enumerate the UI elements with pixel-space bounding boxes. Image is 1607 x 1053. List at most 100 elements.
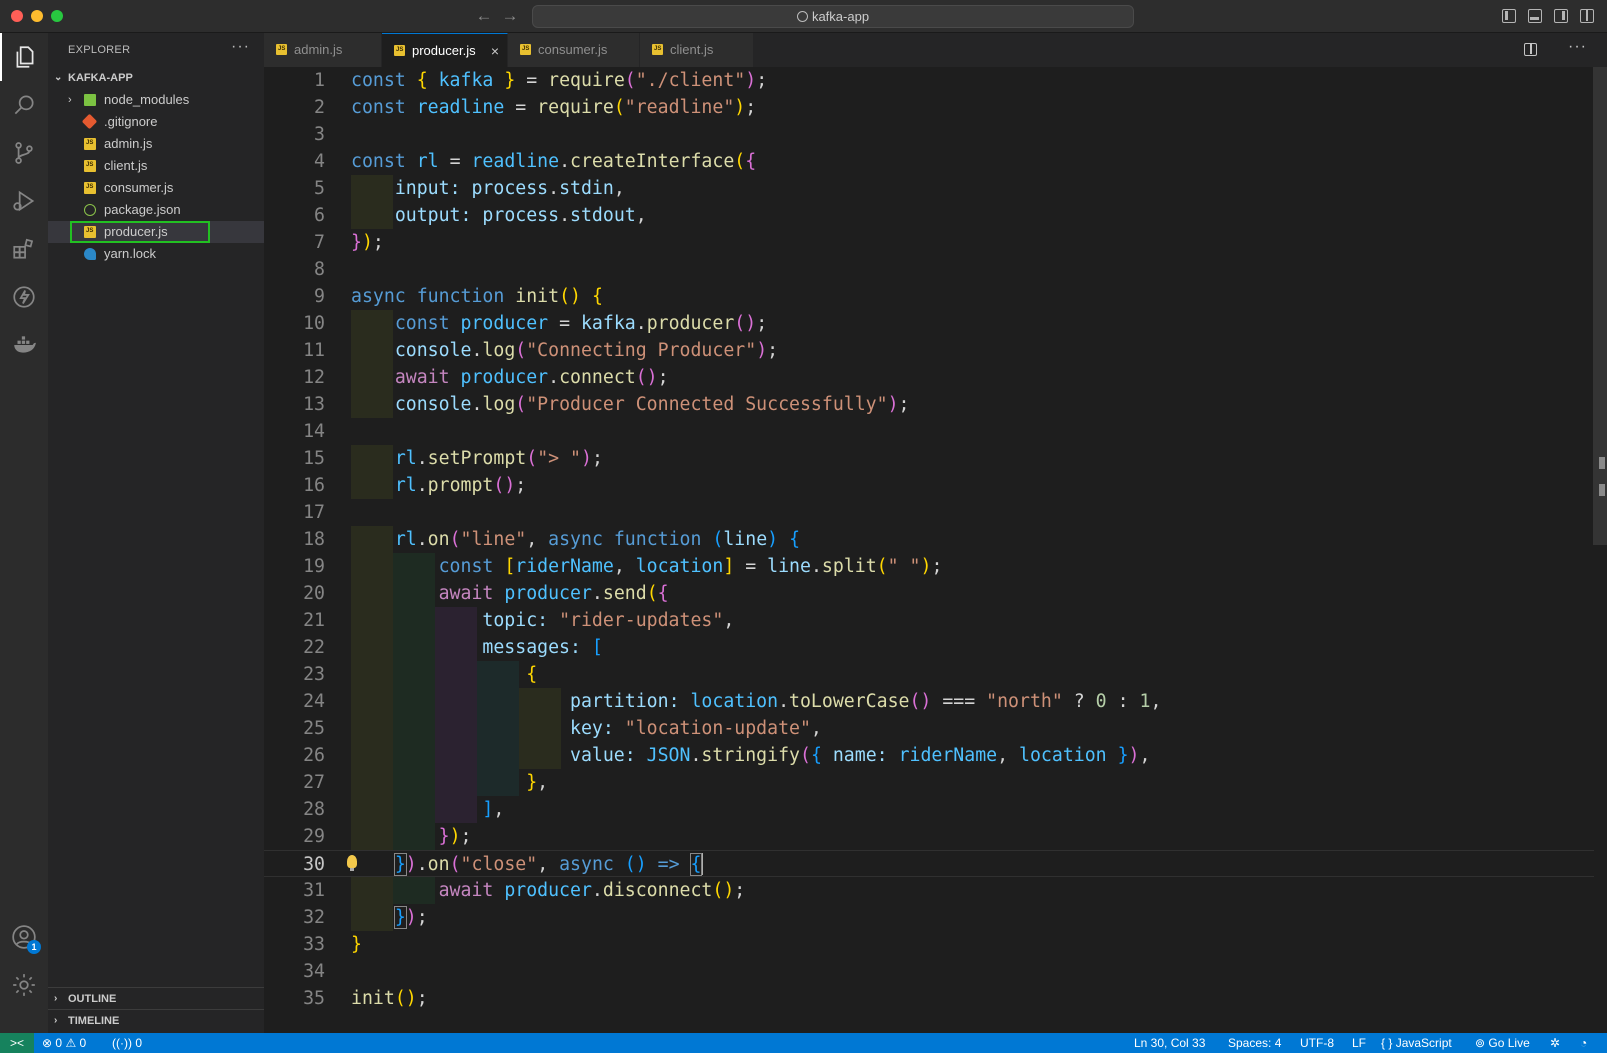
code-line: 17	[303, 502, 325, 523]
folder-icon	[84, 94, 96, 106]
code-line-current: 30 }).on("close", async () => {	[264, 850, 1594, 877]
code-line: 22 messages: [	[264, 634, 1594, 661]
tab-admin-js[interactable]: admin.js	[264, 33, 382, 67]
code-editor[interactable]: 1 const { kafka } = require("./client"); …	[264, 67, 1607, 1033]
js-file-icon	[84, 138, 96, 150]
maximize-window-button[interactable]	[51, 10, 63, 22]
search-icon[interactable]	[0, 81, 48, 129]
ports-indicator[interactable]: ((·)) 0	[112, 1033, 142, 1053]
workspace-root-folder[interactable]: ⌄ KAFKA-APP	[48, 67, 264, 89]
account-icon[interactable]: 1	[0, 913, 48, 961]
settings-gear-icon[interactable]	[0, 961, 48, 1009]
search-icon	[796, 11, 808, 22]
broadcast-icon: ⊚	[1475, 1036, 1486, 1050]
code-line: 14	[303, 421, 325, 442]
code-line: 26 value: JSON.stringify({ name: riderNa…	[264, 742, 1594, 769]
more-actions-icon[interactable]: ···	[1568, 38, 1587, 56]
outline-panel-header[interactable]: › OUTLINE	[48, 987, 264, 1009]
end-of-line[interactable]: LF	[1352, 1033, 1366, 1053]
problems-indicator[interactable]: ⊗ 0 ⚠ 0	[42, 1033, 86, 1053]
split-editor-icon[interactable]	[1524, 43, 1537, 56]
tab-consumer-js[interactable]: consumer.js	[508, 33, 640, 67]
tree-item-client-js[interactable]: client.js	[48, 155, 264, 177]
window-title: kafka-app	[811, 9, 870, 24]
tree-item-package-json[interactable]: package.json	[48, 199, 264, 221]
code-line: 7});	[314, 232, 384, 253]
indentation-spaces[interactable]: Spaces: 4	[1228, 1033, 1281, 1053]
js-file-icon	[84, 226, 96, 238]
tree-item-gitignore[interactable]: .gitignore	[48, 111, 264, 133]
toggle-secondary-sidebar-icon[interactable]	[1554, 9, 1568, 23]
code-line: 15 rl.setPrompt("> ");	[264, 445, 1594, 472]
thunder-client-icon[interactable]	[0, 273, 48, 321]
customize-layout-icon[interactable]	[1580, 9, 1594, 23]
copilot-icon[interactable]: ✲	[1550, 1033, 1560, 1053]
forward-arrow-icon[interactable]: →	[500, 6, 520, 26]
json-file-icon	[84, 204, 96, 216]
tree-item-admin-js[interactable]: admin.js	[48, 133, 264, 155]
more-actions-icon[interactable]: ···	[231, 38, 250, 56]
close-tab-icon[interactable]: ×	[491, 34, 499, 68]
file-encoding[interactable]: UTF-8	[1300, 1033, 1334, 1053]
chevron-right-icon: ›	[54, 1015, 58, 1026]
timeline-panel-header[interactable]: › TIMELINE	[48, 1009, 264, 1031]
code-line: 5 input: process.stdin,	[264, 175, 1594, 202]
code-line: 31 await producer.disconnect();	[264, 877, 1594, 904]
tab-producer-js[interactable]: producer.js ×	[382, 33, 508, 67]
editor-tab-bar: admin.js producer.js × consumer.js clien…	[264, 33, 1607, 67]
code-line: 13 console.log("Producer Connected Succe…	[264, 391, 1594, 418]
code-line: 19 const [riderName, location] = line.sp…	[264, 553, 1594, 580]
workspace-root-label: KAFKA-APP	[68, 72, 133, 84]
code-line: 33}	[303, 934, 362, 955]
js-file-icon	[276, 44, 287, 55]
code-line: 28 ],	[264, 796, 1594, 823]
code-line: 10 const producer = kafka.producer();	[264, 310, 1594, 337]
minimize-window-button[interactable]	[31, 10, 43, 22]
code-line: 1 const { kafka } = require("./client");	[314, 70, 768, 91]
toggle-primary-sidebar-icon[interactable]	[1502, 9, 1516, 23]
run-debug-icon[interactable]	[0, 177, 48, 225]
code-line: 11 console.log("Connecting Producer");	[264, 337, 1594, 364]
tree-item-yarn-lock[interactable]: yarn.lock	[48, 243, 264, 265]
toggle-panel-icon[interactable]	[1528, 9, 1542, 23]
close-window-button[interactable]	[11, 10, 23, 22]
tab-client-js[interactable]: client.js	[640, 33, 754, 67]
code-line: 35 init();	[303, 988, 428, 1009]
language-mode[interactable]: { } JavaScript	[1381, 1033, 1452, 1053]
text-cursor	[701, 853, 704, 875]
chevron-right-icon: ›	[54, 993, 58, 1004]
code-line: 23 {	[264, 661, 1594, 688]
extensions-icon[interactable]	[0, 225, 48, 273]
code-line: 9 async function init() {	[314, 286, 603, 307]
status-bar: >< ⊗ 0 ⚠ 0 ((·)) 0 Ln 30, Col 33 Spaces:…	[0, 1033, 1607, 1053]
activity-bar: 1	[0, 33, 48, 1033]
js-file-icon	[394, 45, 405, 56]
code-line: 32 });	[264, 904, 1594, 931]
tree-item-consumer-js[interactable]: consumer.js	[48, 177, 264, 199]
remote-indicator-icon[interactable]: ><	[0, 1033, 34, 1053]
explorer-header: EXPLORER	[68, 44, 131, 56]
docker-icon[interactable]	[0, 321, 48, 369]
back-arrow-icon[interactable]: ←	[474, 6, 494, 26]
cursor-position[interactable]: Ln 30, Col 33	[1134, 1033, 1205, 1053]
warning-icon: ⚠	[65, 1036, 77, 1050]
tree-item-producer-js[interactable]: producer.js	[48, 221, 264, 243]
source-control-icon[interactable]	[0, 129, 48, 177]
scrollbar-thumb[interactable]	[1593, 67, 1607, 545]
code-line: 29 });	[264, 823, 1594, 850]
code-line: 27 },	[264, 769, 1594, 796]
tree-item-node-modules[interactable]: › node_modules	[48, 89, 264, 111]
account-badge: 1	[27, 940, 41, 954]
braces-icon: { }	[1381, 1036, 1393, 1050]
code-line: 6 output: process.stdout,	[264, 202, 1594, 229]
git-file-icon	[81, 113, 98, 130]
js-file-icon	[652, 44, 663, 55]
error-icon: ⊗	[42, 1036, 53, 1050]
editor-scrollbar[interactable]	[1593, 67, 1607, 1033]
js-file-icon	[520, 44, 531, 55]
go-live-button[interactable]: ⊚ Go Live	[1475, 1033, 1530, 1053]
command-center-search[interactable]: kafka-app	[532, 5, 1134, 28]
explorer-files-icon[interactable]	[0, 33, 48, 81]
code-line: 18 rl.on("line", async function (line) {	[264, 526, 1594, 553]
notifications-bell-icon[interactable]: ◔	[1580, 1033, 1587, 1053]
